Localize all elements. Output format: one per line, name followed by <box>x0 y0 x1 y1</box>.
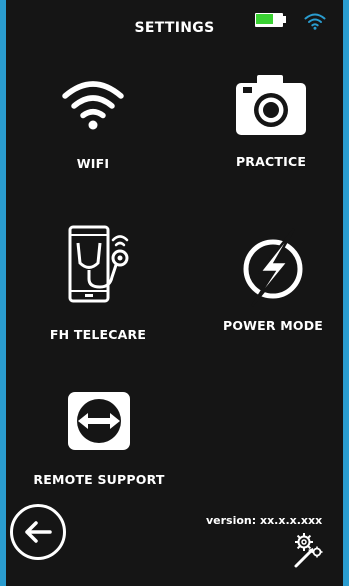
tile-label-practice: PRACTICE <box>235 154 307 169</box>
back-button[interactable] <box>10 504 66 560</box>
lightning-icon <box>243 228 303 307</box>
wifi-icon <box>62 81 124 130</box>
wifi-settings-button[interactable]: WIFI <box>28 78 158 171</box>
camera-icon <box>236 75 306 135</box>
page-title: SETTINGS <box>134 20 215 36</box>
battery-level <box>256 14 273 24</box>
telecare-device-icon <box>68 225 129 303</box>
battery-icon <box>255 13 287 27</box>
tile-label-remote: REMOTE SUPPORT <box>33 472 165 487</box>
fh-telecare-button[interactable]: FH TELECARE <box>28 225 168 342</box>
remote-support-button[interactable]: REMOTE SUPPORT <box>14 390 184 487</box>
tile-label-power: POWER MODE <box>222 318 324 333</box>
tile-label-wifi: WIFI <box>76 156 110 171</box>
tools-settings-icon[interactable] <box>291 531 325 569</box>
version-text: version: xx.x.x.xxx <box>206 514 323 527</box>
tile-label-telecare: FH TELECARE <box>49 327 147 342</box>
wifi-status-icon <box>304 13 326 30</box>
practice-button[interactable]: PRACTICE <box>206 72 336 169</box>
teamviewer-icon <box>68 392 130 450</box>
power-mode-button[interactable]: POWER MODE <box>203 226 343 333</box>
arrow-left-icon <box>25 521 52 543</box>
